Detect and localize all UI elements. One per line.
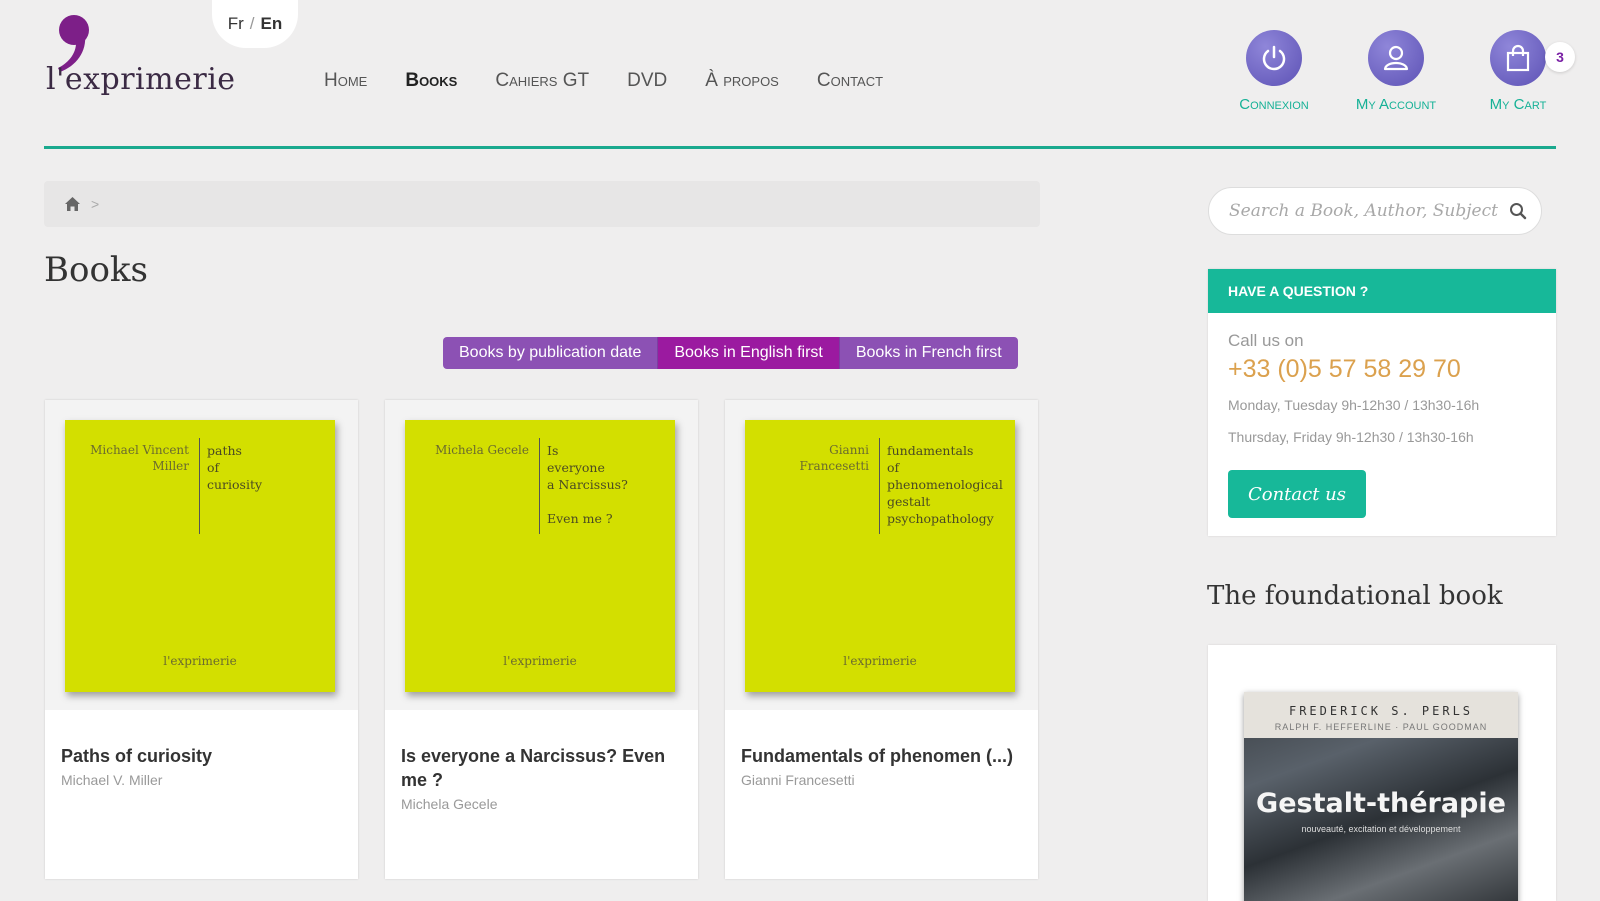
my-account-label: My Account: [1355, 96, 1437, 113]
main-nav: Home Books Cahiers GT DVD À propos Conta…: [324, 70, 883, 92]
tab-english-first[interactable]: Books in English first: [658, 337, 840, 369]
question-heading: HAVE A QUESTION ?: [1208, 269, 1556, 313]
my-cart-link[interactable]: My Cart 3: [1470, 30, 1575, 113]
nav-books[interactable]: Books: [405, 70, 457, 92]
book-cover[interactable]: Michael Vincent Miller paths of curiosit…: [65, 420, 335, 692]
book-cover[interactable]: Michela Gecele Is everyone a Narcissus? …: [405, 420, 675, 692]
cart-count-badge: 3: [1545, 42, 1575, 72]
connexion-link[interactable]: Connexion: [1226, 30, 1322, 113]
cover-divider: [539, 438, 540, 534]
cover-subtitle: nouveauté, excitation et développement: [1301, 824, 1461, 834]
user-links: Connexion My Account My Cart 3: [1226, 30, 1575, 113]
book-cover-area: Gianni Francesetti fundamentals of pheno…: [725, 400, 1038, 710]
search-input[interactable]: [1227, 200, 1509, 222]
nav-dvd[interactable]: DVD: [627, 70, 667, 92]
my-cart-label: My Cart: [1489, 96, 1547, 113]
cover-divider: [879, 438, 880, 534]
opening-hours-2: Thursday, Friday 9h-12h30 / 13h30-16h: [1228, 429, 1474, 445]
foundational-heading: The foundational book: [1207, 581, 1503, 611]
cover-title: fundamentals of phenomenological gestalt…: [887, 443, 1003, 526]
foundational-book-cover[interactable]: FREDERICK S. PERLS RALPH F. HEFFERLINE ·…: [1244, 692, 1518, 901]
opening-hours-1: Monday, Tuesday 9h-12h30 / 13h30-16h: [1228, 397, 1480, 413]
tab-publication-date[interactable]: Books by publication date: [443, 337, 659, 369]
cover-publisher: l'exprimerie: [163, 654, 237, 668]
question-panel: HAVE A QUESTION ? Call us on +33 (0)5 57…: [1208, 269, 1556, 536]
nav-contact[interactable]: Contact: [817, 70, 883, 92]
page-title: Books: [44, 250, 148, 290]
call-us-label: Call us on: [1228, 331, 1304, 350]
cover-author: Michela Gecele: [435, 443, 529, 457]
cover-title: paths of curiosity: [207, 443, 263, 492]
book-cover-area: Michela Gecele Is everyone a Narcissus? …: [385, 400, 698, 710]
power-icon: [1246, 30, 1302, 86]
book-cover-area: Michael Vincent Miller paths of curiosit…: [45, 400, 358, 710]
cover-coauthors: RALPH F. HEFFERLINE · PAUL GOODMAN: [1274, 722, 1488, 732]
site-logo[interactable]: l'exprimerie: [44, 12, 236, 102]
contact-us-button[interactable]: Contact us: [1228, 470, 1366, 518]
cover-publisher: l'exprimerie: [503, 654, 577, 668]
book-cover[interactable]: Gianni Francesetti fundamentals of pheno…: [745, 420, 1015, 692]
breadcrumb: >: [44, 181, 1040, 227]
lang-fr-link[interactable]: Fr: [228, 14, 244, 34]
phone-number[interactable]: +33 (0)5 57 58 29 70: [1228, 355, 1461, 384]
user-icon: [1368, 30, 1424, 86]
search-icon[interactable]: [1509, 202, 1527, 220]
cover-author: FREDERICK S. PERLS: [1288, 704, 1474, 718]
cover-divider: [199, 438, 200, 534]
home-icon[interactable]: [64, 196, 81, 212]
sort-tabs: Books by publication date Books in Engli…: [443, 337, 1018, 369]
book-card[interactable]: Michael Vincent Miller paths of curiosit…: [45, 400, 358, 879]
nav-home[interactable]: Home: [324, 70, 367, 92]
foundational-book-card[interactable]: FREDERICK S. PERLS RALPH F. HEFFERLINE ·…: [1208, 645, 1556, 901]
lang-separator: /: [249, 14, 255, 33]
book-author: Gianni Francesetti: [741, 772, 855, 788]
nav-a-propos[interactable]: À propos: [705, 70, 779, 92]
book-author: Michael V. Miller: [61, 772, 163, 788]
cover-author: Michael Vincent Miller: [90, 443, 189, 473]
search-box: [1208, 187, 1542, 235]
lang-en-link[interactable]: En: [261, 14, 283, 34]
cover-publisher: l'exprimerie: [843, 654, 917, 668]
book-card[interactable]: Gianni Francesetti fundamentals of pheno…: [725, 400, 1038, 879]
nav-cahiers-gt[interactable]: Cahiers GT: [495, 70, 589, 92]
book-author: Michela Gecele: [401, 796, 498, 812]
cover-title: Is everyone a Narcissus? Even me ?: [547, 443, 628, 526]
tab-french-first[interactable]: Books in French first: [839, 337, 1018, 369]
header-divider: [44, 146, 1556, 149]
connexion-label: Connexion: [1239, 96, 1309, 113]
language-switch: Fr / En: [212, 0, 298, 48]
cover-title: Gestalt-thérapie: [1256, 788, 1506, 819]
book-card[interactable]: Michela Gecele Is everyone a Narcissus? …: [385, 400, 698, 879]
book-title[interactable]: Paths of curiosity: [61, 744, 342, 768]
book-title[interactable]: Fundamentals of phenomen (...): [741, 744, 1022, 768]
shopping-bag-icon: [1490, 30, 1546, 86]
book-grid: Michael Vincent Miller paths of curiosit…: [45, 400, 1038, 879]
my-account-link[interactable]: My Account: [1348, 30, 1444, 113]
logo-wordmark: l'exprimerie: [46, 62, 236, 97]
cover-author: Gianni Francesetti: [799, 443, 869, 473]
book-title[interactable]: Is everyone a Narcissus? Even me ?: [401, 744, 682, 792]
breadcrumb-separator: >: [91, 196, 100, 212]
